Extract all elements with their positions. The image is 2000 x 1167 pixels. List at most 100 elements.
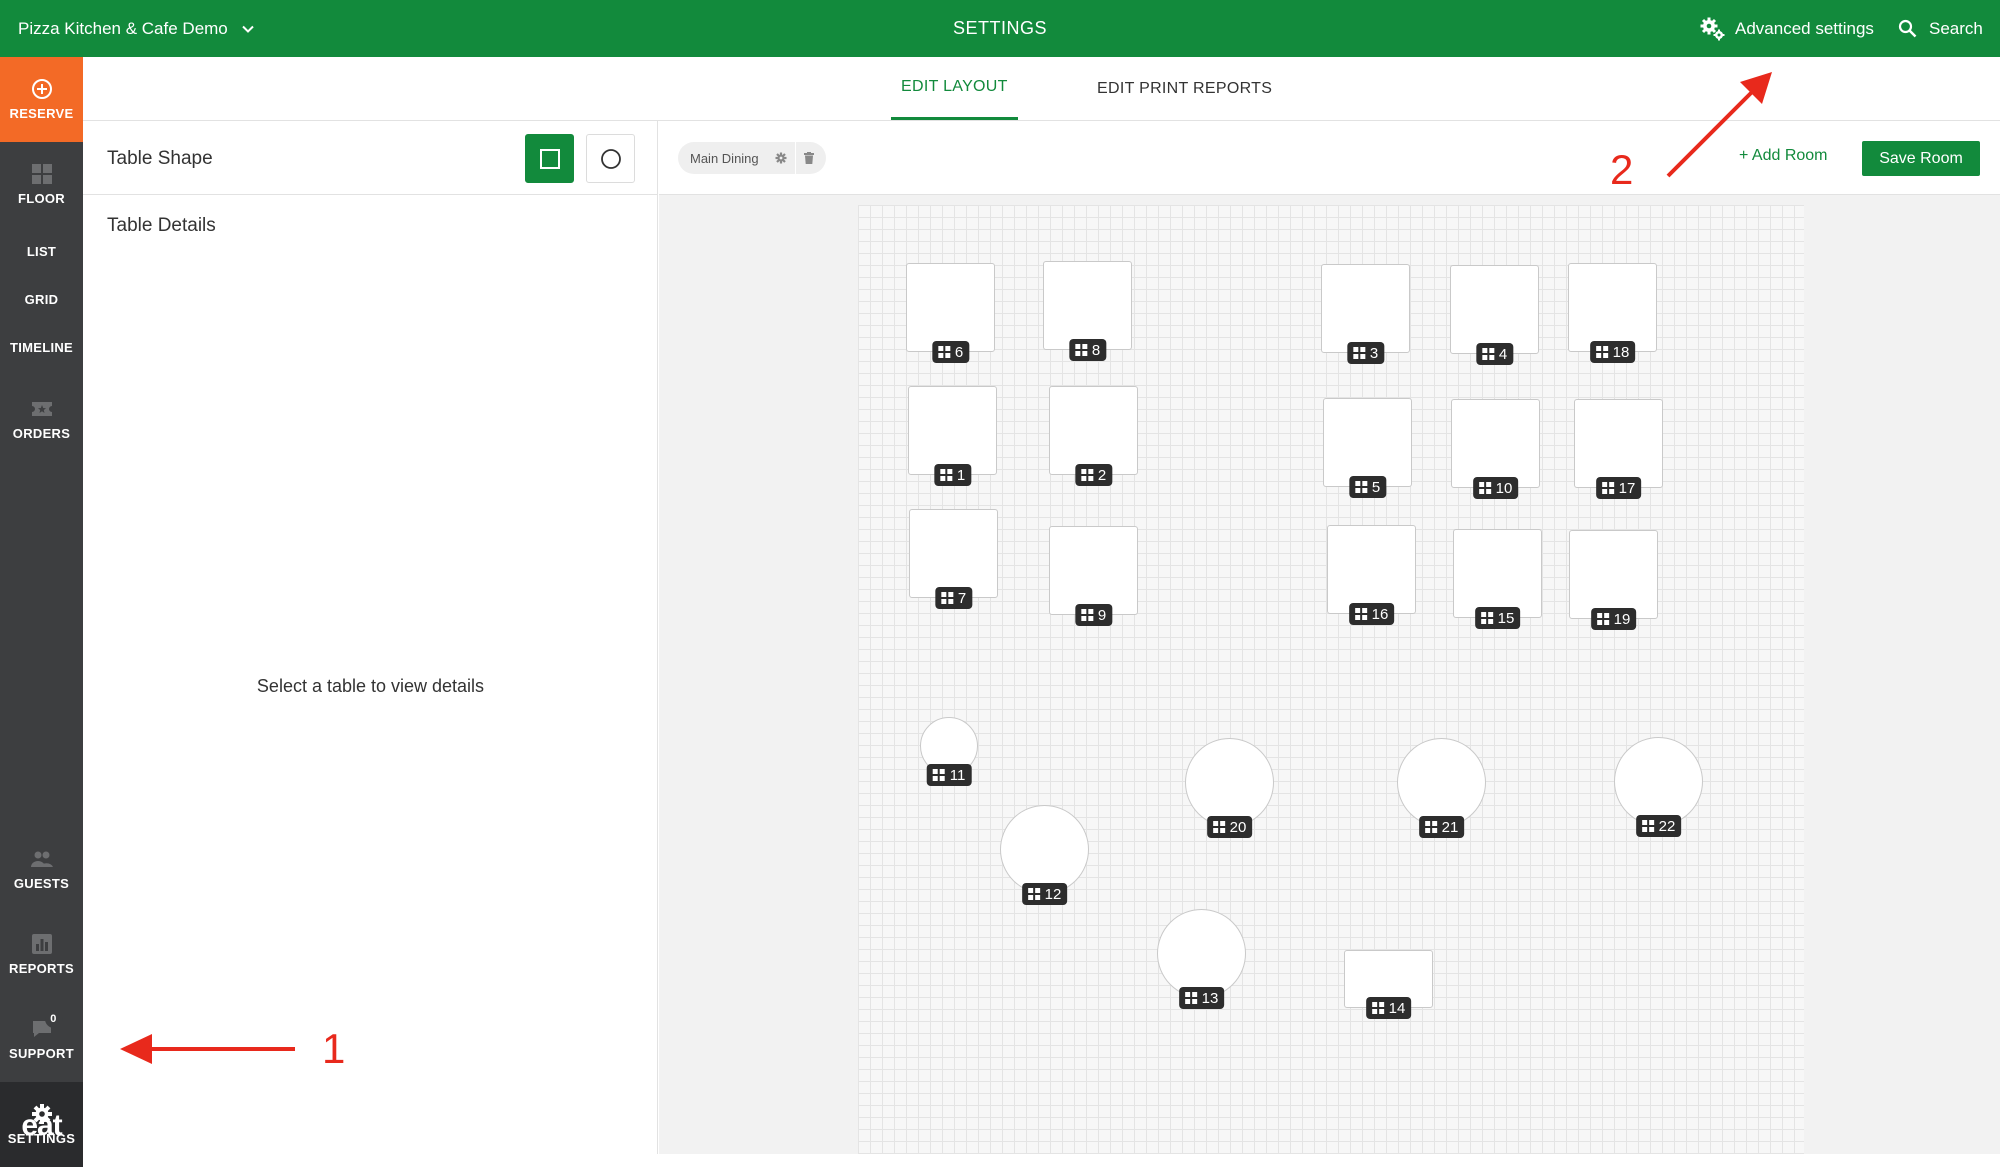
save-room-button[interactable]: Save Room [1862,141,1980,176]
table-17[interactable]: 17 [1574,399,1663,499]
tab-edit-print-reports[interactable]: EDIT PRINT REPORTS [1097,57,1272,120]
table-11[interactable]: 11 [920,717,978,786]
table-label: 15 [1474,607,1521,629]
table-18[interactable]: 18 [1568,263,1657,363]
table-label: 8 [1068,339,1107,361]
table-panel: Table Shape Table Details Select a table… [83,121,658,1154]
search-label: Search [1929,18,1983,38]
room-chip-main-dining[interactable]: Main Dining [678,142,826,174]
sidebar: RESERVE FLOOR LIST GRID TIMELINE ORDERS … [0,57,83,1167]
table-7[interactable]: 7 [909,509,998,609]
table-icon [1480,612,1493,624]
circle-icon [600,148,621,169]
room-name: Main Dining [690,150,759,166]
table-12[interactable]: 12 [1000,805,1089,905]
sidebar-item-label: LIST [26,243,57,259]
table-3[interactable]: 3 [1321,264,1410,364]
support-badge: 0 [44,1010,63,1028]
square-shape-button[interactable] [525,134,574,183]
table-8[interactable]: 8 [1043,261,1132,361]
table-icon [1080,469,1093,481]
annotation-marker-2: 2 [1610,146,1634,193]
sidebar-item-guests[interactable]: GUESTS [0,827,83,912]
table-label: 14 [1365,997,1412,1019]
table-16[interactable]: 16 [1327,525,1416,625]
plus-circle-icon [31,78,53,100]
table-icon [939,469,952,481]
table-9[interactable]: 9 [1049,526,1138,626]
table-icon [1027,888,1040,900]
table-icon [940,592,953,604]
table-icon [1481,348,1494,360]
sidebar-item-reports[interactable]: REPORTS [0,912,83,997]
search-icon [1898,19,1917,38]
table-4[interactable]: 4 [1450,265,1539,365]
sidebar-item-timeline[interactable]: TIMELINE [0,323,83,371]
room-settings-icon[interactable] [775,152,787,164]
annotation-marker-1: 1 [322,1025,346,1072]
sidebar-item-orders[interactable]: ORDERS [0,379,83,459]
add-room-button[interactable]: + Add Room [1739,147,1828,165]
sidebar-item-grid[interactable]: GRID [0,275,83,323]
table-21[interactable]: 21 [1397,738,1486,838]
venue-selector[interactable]: Pizza Kitchen & Cafe Demo [18,0,256,57]
tab-edit-layout[interactable]: EDIT LAYOUT [891,57,1018,120]
square-icon [539,148,560,169]
table-label: 19 [1590,608,1637,630]
table-details-title: Table Details [107,215,216,236]
sidebar-item-support[interactable]: 0 SUPPORT [0,997,83,1082]
table-icon [1478,482,1491,494]
sidebar-item-list[interactable]: LIST [0,227,83,275]
people-icon [30,848,53,870]
sidebar-item-label: FLOOR [18,191,65,206]
floor-plan-canvas[interactable]: 6 8 1 2 7 9 3 4 18 5 10 17 16 15 19 11 2… [858,205,1804,1154]
table-2[interactable]: 2 [1049,386,1138,486]
advanced-settings-link[interactable]: Advanced settings [1700,0,1874,57]
table-label: 7 [934,587,973,609]
table-icon [1354,608,1367,620]
table-icon [1080,609,1093,621]
table-icon [1371,1002,1384,1014]
table-20[interactable]: 20 [1185,738,1274,838]
chart-icon [31,933,53,955]
search-button[interactable]: Search [1898,0,1983,57]
table-10[interactable]: 10 [1451,399,1540,499]
table-label: 5 [1348,476,1387,498]
table-5[interactable]: 5 [1323,398,1412,498]
sidebar-item-label: TIMELINE [9,339,74,355]
table-6[interactable]: 6 [906,263,995,363]
table-icon [1601,482,1614,494]
table-label: 18 [1589,341,1636,363]
table-shape-title: Table Shape [107,148,213,169]
table-13[interactable]: 13 [1157,909,1246,1009]
sidebar-item-floor[interactable]: FLOOR [0,142,83,227]
table-19[interactable]: 19 [1569,530,1658,630]
table-label: 1 [933,464,972,486]
table-label: 16 [1348,603,1395,625]
table-icon [1352,347,1365,359]
table-icon [1641,820,1654,832]
trash-icon[interactable] [803,152,814,164]
venue-name: Pizza Kitchen & Cafe Demo [18,18,228,38]
table-14[interactable]: 14 [1344,950,1433,1019]
table-icon [937,346,950,358]
eat-logo: eat [21,1108,62,1142]
table-label: 6 [931,341,970,363]
table-label: 12 [1021,883,1068,905]
gears-icon [1700,17,1725,40]
table-15[interactable]: 15 [1453,529,1542,629]
chevron-down-icon [242,25,254,33]
table-1[interactable]: 1 [908,386,997,486]
advanced-settings-label: Advanced settings [1735,18,1874,38]
empty-details-message: Select a table to view details [256,676,485,696]
sidebar-item-reserve[interactable]: RESERVE [0,57,83,142]
sidebar-item-label: SUPPORT [9,1046,74,1061]
room-toolbar: Main Dining + Add Room Save Room [659,121,2000,195]
table-22[interactable]: 22 [1614,737,1703,837]
circle-shape-button[interactable] [586,134,635,183]
table-icon [1212,821,1225,833]
table-icon [1074,344,1087,356]
table-label: 22 [1635,815,1682,837]
grid-icon [31,163,53,185]
table-icon [932,769,945,781]
